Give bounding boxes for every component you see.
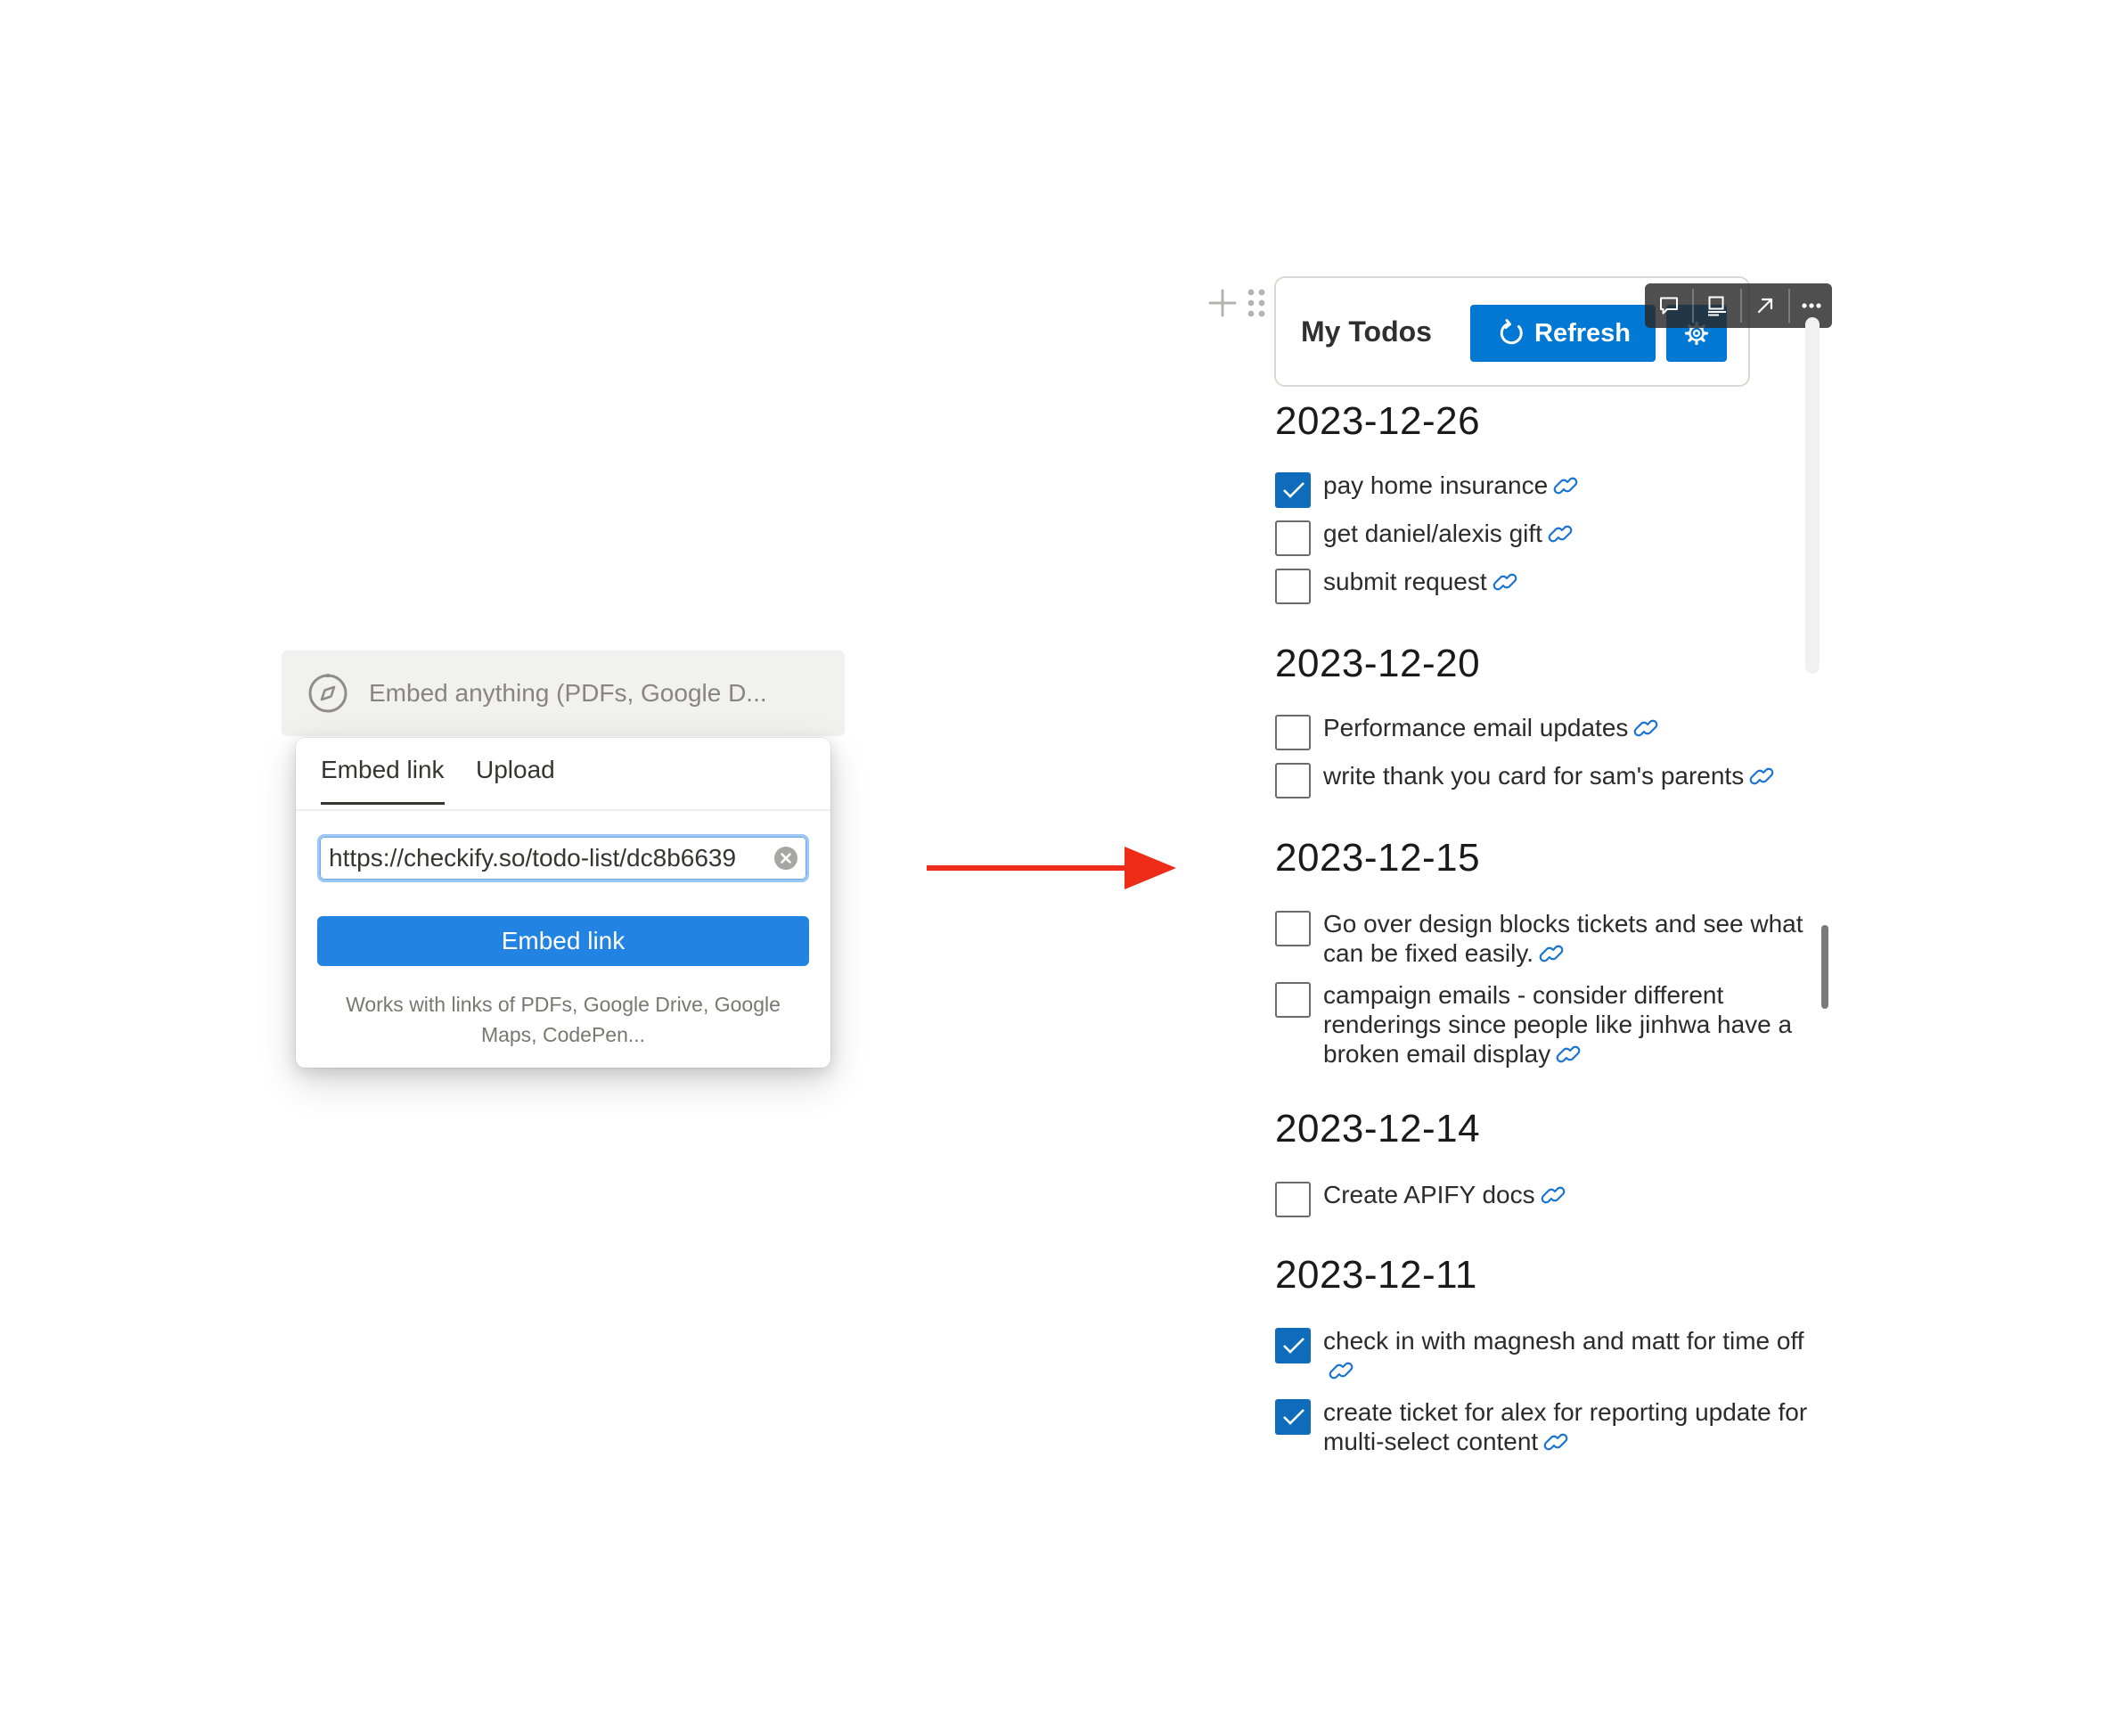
todo-text: pay home insurance [1323, 471, 1549, 499]
todo-text: write thank you card for sam's parents [1323, 762, 1745, 790]
embed-popup: Embed link Upload Embed link Works with … [296, 738, 830, 1068]
todo-checkbox[interactable] [1275, 472, 1311, 508]
link-icon[interactable] [1539, 944, 1564, 963]
drag-handle-icon[interactable] [1247, 289, 1265, 317]
comment-button[interactable] [1647, 283, 1691, 328]
todo-checkbox[interactable] [1275, 982, 1311, 1018]
todo-text: check in with magnesh and matt for time … [1323, 1327, 1804, 1355]
comment-icon [1660, 297, 1678, 315]
link-icon[interactable] [1633, 718, 1658, 738]
checkmark-icon [1283, 482, 1304, 498]
todo-checkbox[interactable] [1275, 911, 1311, 946]
embed-tabs: Embed link Upload [296, 738, 830, 811]
block-toolbar [1645, 283, 1832, 328]
todo-checkbox[interactable] [1275, 715, 1311, 750]
link-icon[interactable] [1543, 1432, 1568, 1452]
todo-checkbox[interactable] [1275, 1328, 1311, 1363]
todo-checkbox[interactable] [1275, 569, 1311, 604]
compass-icon [308, 674, 348, 713]
todo-checkbox[interactable] [1275, 1399, 1311, 1435]
todo-text: Performance email updates [1323, 714, 1629, 741]
embed-placeholder-text: Embed anything (PDFs, Google D... [369, 679, 767, 707]
caption-icon [1708, 296, 1726, 316]
todo-text: submit request [1323, 568, 1487, 595]
refresh-button[interactable]: Refresh [1470, 305, 1656, 362]
date-heading: 2023-12-14 [1275, 1107, 1481, 1151]
arrow-up-right-icon [1757, 298, 1773, 314]
todo-checkbox[interactable] [1275, 763, 1311, 798]
date-heading: 2023-12-11 [1275, 1253, 1477, 1297]
block-handles [1208, 289, 1265, 317]
embed-url-field [317, 834, 809, 882]
todo-checkbox[interactable] [1275, 1182, 1311, 1217]
todo-title: My Todos [1301, 315, 1432, 348]
link-icon[interactable] [1553, 476, 1578, 495]
tab-upload[interactable]: Upload [476, 756, 555, 784]
link-icon[interactable] [1548, 524, 1573, 544]
link-icon[interactable] [1493, 572, 1517, 592]
embed-url-input[interactable] [329, 837, 762, 880]
checkmark-icon [1283, 1338, 1304, 1354]
add-block-icon[interactable] [1208, 289, 1237, 317]
tab-embed-link[interactable]: Embed link [321, 756, 445, 805]
todo-text: Create APIFY docs [1323, 1181, 1535, 1208]
right-arrow-icon [927, 847, 1176, 889]
link-icon[interactable] [1541, 1185, 1566, 1205]
inner-scrollbar-thumb[interactable] [1821, 925, 1828, 1009]
link-icon[interactable] [1329, 1361, 1354, 1380]
refresh-icon [1500, 319, 1523, 345]
embed-hint-text: Works with links of PDFs, Google Drive, … [346, 993, 781, 1046]
refresh-label: Refresh [1534, 319, 1631, 348]
embed-link-button[interactable]: Embed link [317, 916, 809, 966]
more-dots-icon [1802, 303, 1821, 308]
clear-input-icon[interactable] [774, 847, 797, 870]
embed-block-bar[interactable]: Embed anything (PDFs, Google D... [282, 651, 845, 736]
date-heading: 2023-12-15 [1275, 836, 1481, 880]
open-original-button[interactable] [1743, 283, 1787, 328]
date-heading: 2023-12-20 [1275, 642, 1481, 685]
todo-checkbox[interactable] [1275, 520, 1311, 556]
link-icon[interactable] [1556, 1044, 1581, 1064]
caption-button[interactable] [1695, 283, 1739, 328]
checkmark-icon [1283, 1409, 1304, 1425]
todo-text: get daniel/alexis gift [1323, 520, 1542, 547]
link-icon[interactable] [1749, 766, 1774, 786]
date-heading: 2023-12-26 [1275, 399, 1481, 443]
